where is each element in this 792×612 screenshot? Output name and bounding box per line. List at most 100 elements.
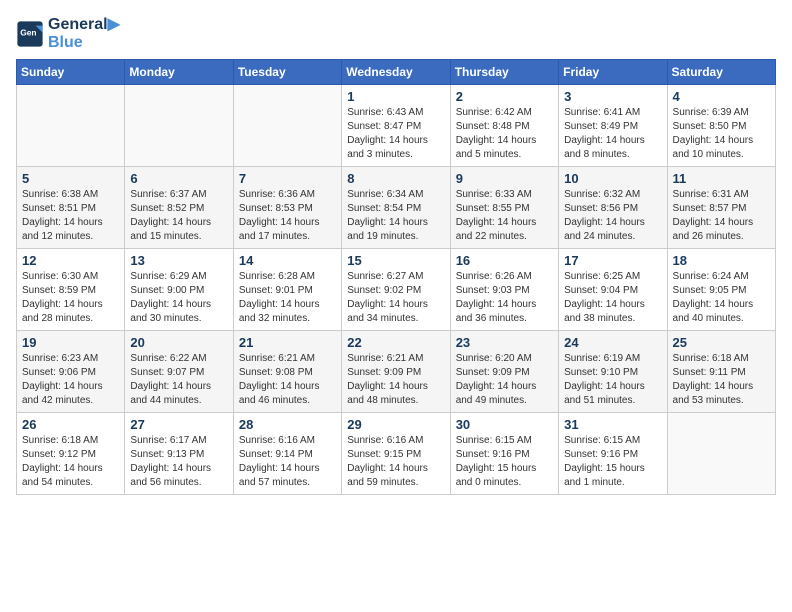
calendar-week-row: 19 Sunrise: 6:23 AM Sunset: 9:06 PM Dayli… xyxy=(17,331,776,413)
day-number: 30 xyxy=(456,417,553,432)
day-number: 22 xyxy=(347,335,444,350)
day-info: Sunrise: 6:25 AM Sunset: 9:04 PM Dayligh… xyxy=(564,270,661,326)
calendar-cell: 7 Sunrise: 6:36 AM Sunset: 8:53 PM Daylig… xyxy=(233,167,341,249)
day-number: 15 xyxy=(347,253,444,268)
calendar-cell: 30 Sunrise: 6:15 AM Sunset: 9:16 PM Dayli… xyxy=(450,413,558,495)
day-info: Sunrise: 6:16 AM Sunset: 9:14 PM Dayligh… xyxy=(239,434,336,490)
day-number: 11 xyxy=(673,171,770,186)
page-header: Gen General▶ Blue xyxy=(16,16,776,51)
day-info: Sunrise: 6:30 AM Sunset: 8:59 PM Dayligh… xyxy=(22,270,119,326)
day-info: Sunrise: 6:19 AM Sunset: 9:10 PM Dayligh… xyxy=(564,352,661,408)
calendar-cell xyxy=(667,413,775,495)
day-number: 16 xyxy=(456,253,553,268)
day-info: Sunrise: 6:20 AM Sunset: 9:09 PM Dayligh… xyxy=(456,352,553,408)
calendar-cell: 18 Sunrise: 6:24 AM Sunset: 9:05 PM Dayli… xyxy=(667,249,775,331)
day-number: 6 xyxy=(130,171,227,186)
day-number: 4 xyxy=(673,89,770,104)
day-info: Sunrise: 6:21 AM Sunset: 9:08 PM Dayligh… xyxy=(239,352,336,408)
calendar-cell: 5 Sunrise: 6:38 AM Sunset: 8:51 PM Daylig… xyxy=(17,167,125,249)
day-info: Sunrise: 6:36 AM Sunset: 8:53 PM Dayligh… xyxy=(239,188,336,244)
calendar-cell: 24 Sunrise: 6:19 AM Sunset: 9:10 PM Dayli… xyxy=(559,331,667,413)
day-number: 19 xyxy=(22,335,119,350)
calendar-cell: 23Sunrise: 6:20 AM Sunset: 9:09 PM Dayli… xyxy=(450,331,558,413)
day-info: Sunrise: 6:15 AM Sunset: 9:16 PM Dayligh… xyxy=(564,434,661,490)
day-info: Sunrise: 6:28 AM Sunset: 9:01 PM Dayligh… xyxy=(239,270,336,326)
day-info: Sunrise: 6:15 AM Sunset: 9:16 PM Dayligh… xyxy=(456,434,553,490)
day-info: Sunrise: 6:18 AM Sunset: 9:11 PM Dayligh… xyxy=(673,352,770,408)
day-info: Sunrise: 6:33 AM Sunset: 8:55 PM Dayligh… xyxy=(456,188,553,244)
weekday-header: Monday xyxy=(125,60,233,85)
day-info: Sunrise: 6:18 AM Sunset: 9:12 PM Dayligh… xyxy=(22,434,119,490)
day-number: 7 xyxy=(239,171,336,186)
calendar-cell xyxy=(125,85,233,167)
logo-text: General▶ Blue xyxy=(48,16,120,51)
calendar-cell: 10 Sunrise: 6:32 AM Sunset: 8:56 PM Dayli… xyxy=(559,167,667,249)
day-number: 26 xyxy=(22,417,119,432)
day-number: 25 xyxy=(673,335,770,350)
calendar-cell: 6 Sunrise: 6:37 AM Sunset: 8:52 PM Daylig… xyxy=(125,167,233,249)
weekday-header: Friday xyxy=(559,60,667,85)
day-number: 13 xyxy=(130,253,227,268)
day-info: Sunrise: 6:43 AM Sunset: 8:47 PM Dayligh… xyxy=(347,106,444,162)
weekday-header: Saturday xyxy=(667,60,775,85)
calendar-cell: 27 Sunrise: 6:17 AM Sunset: 9:13 PM Dayli… xyxy=(125,413,233,495)
calendar-cell: 20 Sunrise: 6:22 AM Sunset: 9:07 PM Dayli… xyxy=(125,331,233,413)
calendar-cell: 4Sunrise: 6:39 AM Sunset: 8:50 PM Daylig… xyxy=(667,85,775,167)
calendar-week-row: 1 Sunrise: 6:43 AM Sunset: 8:47 PM Daylig… xyxy=(17,85,776,167)
day-info: Sunrise: 6:22 AM Sunset: 9:07 PM Dayligh… xyxy=(130,352,227,408)
day-info: Sunrise: 6:27 AM Sunset: 9:02 PM Dayligh… xyxy=(347,270,444,326)
calendar-cell: 26 Sunrise: 6:18 AM Sunset: 9:12 PM Dayli… xyxy=(17,413,125,495)
calendar-table: SundayMondayTuesdayWednesdayThursdayFrid… xyxy=(16,59,776,495)
day-number: 17 xyxy=(564,253,661,268)
day-info: Sunrise: 6:32 AM Sunset: 8:56 PM Dayligh… xyxy=(564,188,661,244)
day-number: 5 xyxy=(22,171,119,186)
day-info: Sunrise: 6:42 AM Sunset: 8:48 PM Dayligh… xyxy=(456,106,553,162)
calendar-week-row: 12 Sunrise: 6:30 AM Sunset: 8:59 PM Dayli… xyxy=(17,249,776,331)
day-info: Sunrise: 6:37 AM Sunset: 8:52 PM Dayligh… xyxy=(130,188,227,244)
calendar-cell: 9 Sunrise: 6:33 AM Sunset: 8:55 PM Daylig… xyxy=(450,167,558,249)
day-number: 12 xyxy=(22,253,119,268)
calendar-cell: 11 Sunrise: 6:31 AM Sunset: 8:57 PM Dayli… xyxy=(667,167,775,249)
calendar-cell: 28Sunrise: 6:16 AM Sunset: 9:14 PM Dayli… xyxy=(233,413,341,495)
weekday-header: Wednesday xyxy=(342,60,450,85)
weekday-header: Tuesday xyxy=(233,60,341,85)
day-info: Sunrise: 6:29 AM Sunset: 9:00 PM Dayligh… xyxy=(130,270,227,326)
day-number: 10 xyxy=(564,171,661,186)
calendar-cell: 13 Sunrise: 6:29 AM Sunset: 9:00 PM Dayli… xyxy=(125,249,233,331)
day-number: 3 xyxy=(564,89,661,104)
day-info: Sunrise: 6:21 AM Sunset: 9:09 PM Dayligh… xyxy=(347,352,444,408)
day-number: 8 xyxy=(347,171,444,186)
calendar-week-row: 26 Sunrise: 6:18 AM Sunset: 9:12 PM Dayli… xyxy=(17,413,776,495)
day-number: 29 xyxy=(347,417,444,432)
day-info: Sunrise: 6:24 AM Sunset: 9:05 PM Dayligh… xyxy=(673,270,770,326)
calendar-cell: 1 Sunrise: 6:43 AM Sunset: 8:47 PM Daylig… xyxy=(342,85,450,167)
calendar-cell: 16Sunrise: 6:26 AM Sunset: 9:03 PM Dayli… xyxy=(450,249,558,331)
day-number: 1 xyxy=(347,89,444,104)
day-number: 24 xyxy=(564,335,661,350)
day-number: 14 xyxy=(239,253,336,268)
day-info: Sunrise: 6:23 AM Sunset: 9:06 PM Dayligh… xyxy=(22,352,119,408)
day-number: 2 xyxy=(456,89,553,104)
calendar-cell xyxy=(17,85,125,167)
weekday-header: Sunday xyxy=(17,60,125,85)
logo: Gen General▶ Blue xyxy=(16,16,120,51)
day-number: 9 xyxy=(456,171,553,186)
svg-text:Gen: Gen xyxy=(20,27,36,37)
calendar-cell: 14 Sunrise: 6:28 AM Sunset: 9:01 PM Dayli… xyxy=(233,249,341,331)
day-number: 20 xyxy=(130,335,227,350)
weekday-header: Thursday xyxy=(450,60,558,85)
calendar-cell: 25 Sunrise: 6:18 AM Sunset: 9:11 PM Dayli… xyxy=(667,331,775,413)
day-number: 27 xyxy=(130,417,227,432)
day-number: 18 xyxy=(673,253,770,268)
day-number: 31 xyxy=(564,417,661,432)
day-info: Sunrise: 6:31 AM Sunset: 8:57 PM Dayligh… xyxy=(673,188,770,244)
calendar-cell: 31 Sunrise: 6:15 AM Sunset: 9:16 PM Dayli… xyxy=(559,413,667,495)
calendar-cell: 17 Sunrise: 6:25 AM Sunset: 9:04 PM Dayli… xyxy=(559,249,667,331)
day-info: Sunrise: 6:16 AM Sunset: 9:15 PM Dayligh… xyxy=(347,434,444,490)
calendar-cell: 29 Sunrise: 6:16 AM Sunset: 9:15 PM Dayli… xyxy=(342,413,450,495)
day-info: Sunrise: 6:17 AM Sunset: 9:13 PM Dayligh… xyxy=(130,434,227,490)
day-number: 21 xyxy=(239,335,336,350)
day-info: Sunrise: 6:38 AM Sunset: 8:51 PM Dayligh… xyxy=(22,188,119,244)
calendar-cell: 22 Sunrise: 6:21 AM Sunset: 9:09 PM Dayli… xyxy=(342,331,450,413)
weekday-header-row: SundayMondayTuesdayWednesdayThursdayFrid… xyxy=(17,60,776,85)
